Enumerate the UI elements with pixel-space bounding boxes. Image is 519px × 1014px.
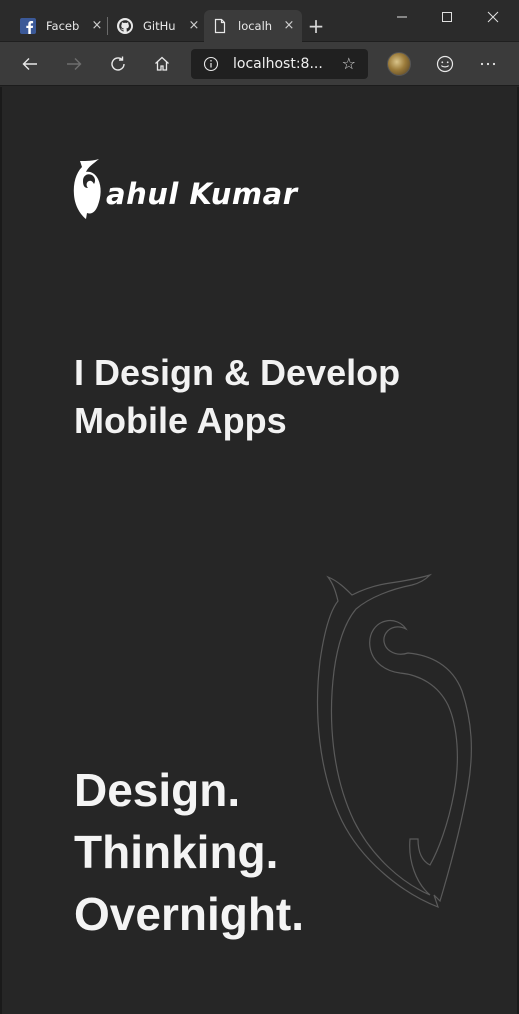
favorite-star-icon[interactable]: ☆ xyxy=(342,55,356,73)
motto-heading: Design. Thinking. Overnight. xyxy=(74,759,394,945)
maximize-icon[interactable] xyxy=(435,8,459,26)
address-bar[interactable]: localhost:8... ☆ xyxy=(191,49,368,79)
browser-toolbar: localhost:8... ☆ xyxy=(0,42,519,86)
back-icon[interactable] xyxy=(18,52,42,76)
tab-close-button[interactable]: × xyxy=(282,19,296,33)
new-tab-button[interactable]: + xyxy=(304,14,328,38)
more-menu-icon[interactable] xyxy=(476,52,500,76)
page-content: ahul Kumar I Design & Develop Mobile App… xyxy=(0,87,519,1014)
github-icon xyxy=(117,18,133,34)
tab-title: GitHu xyxy=(143,19,176,33)
refresh-icon[interactable] xyxy=(106,52,130,76)
profile-avatar[interactable] xyxy=(387,52,411,76)
feedback-smiley-icon[interactable] xyxy=(433,52,457,76)
motto-line: Thinking. xyxy=(74,826,279,878)
owl-logo-icon xyxy=(73,159,101,219)
close-icon[interactable] xyxy=(481,8,505,26)
minimize-icon[interactable] xyxy=(390,8,414,26)
tab-close-button[interactable]: × xyxy=(187,19,201,33)
forward-icon[interactable] xyxy=(62,52,86,76)
url-text[interactable]: localhost:8... xyxy=(233,56,325,72)
tab-title: localh xyxy=(238,19,273,33)
tab-title: Faceb xyxy=(46,19,80,33)
motto-line: Design. xyxy=(74,764,241,816)
tab-separator xyxy=(107,17,108,35)
tagline-line: Mobile Apps xyxy=(74,400,287,441)
tab-facebook[interactable]: Faceb × xyxy=(12,10,110,42)
tagline-line: I Design & Develop xyxy=(74,352,401,393)
logo-text: ahul Kumar xyxy=(106,177,298,211)
site-logo[interactable]: ahul Kumar xyxy=(72,155,298,221)
page-icon xyxy=(212,18,228,34)
tab-close-button[interactable]: × xyxy=(90,19,104,33)
facebook-icon xyxy=(20,18,36,34)
tab-strip: Faceb × GitHu × localh × + xyxy=(0,0,519,42)
info-icon[interactable] xyxy=(203,56,219,72)
tab-localhost[interactable]: localh × xyxy=(204,10,302,42)
tagline-heading: I Design & Develop Mobile Apps xyxy=(74,349,454,445)
motto-line: Overnight. xyxy=(74,888,305,940)
home-icon[interactable] xyxy=(150,52,174,76)
tab-github[interactable]: GitHu × xyxy=(109,10,207,42)
